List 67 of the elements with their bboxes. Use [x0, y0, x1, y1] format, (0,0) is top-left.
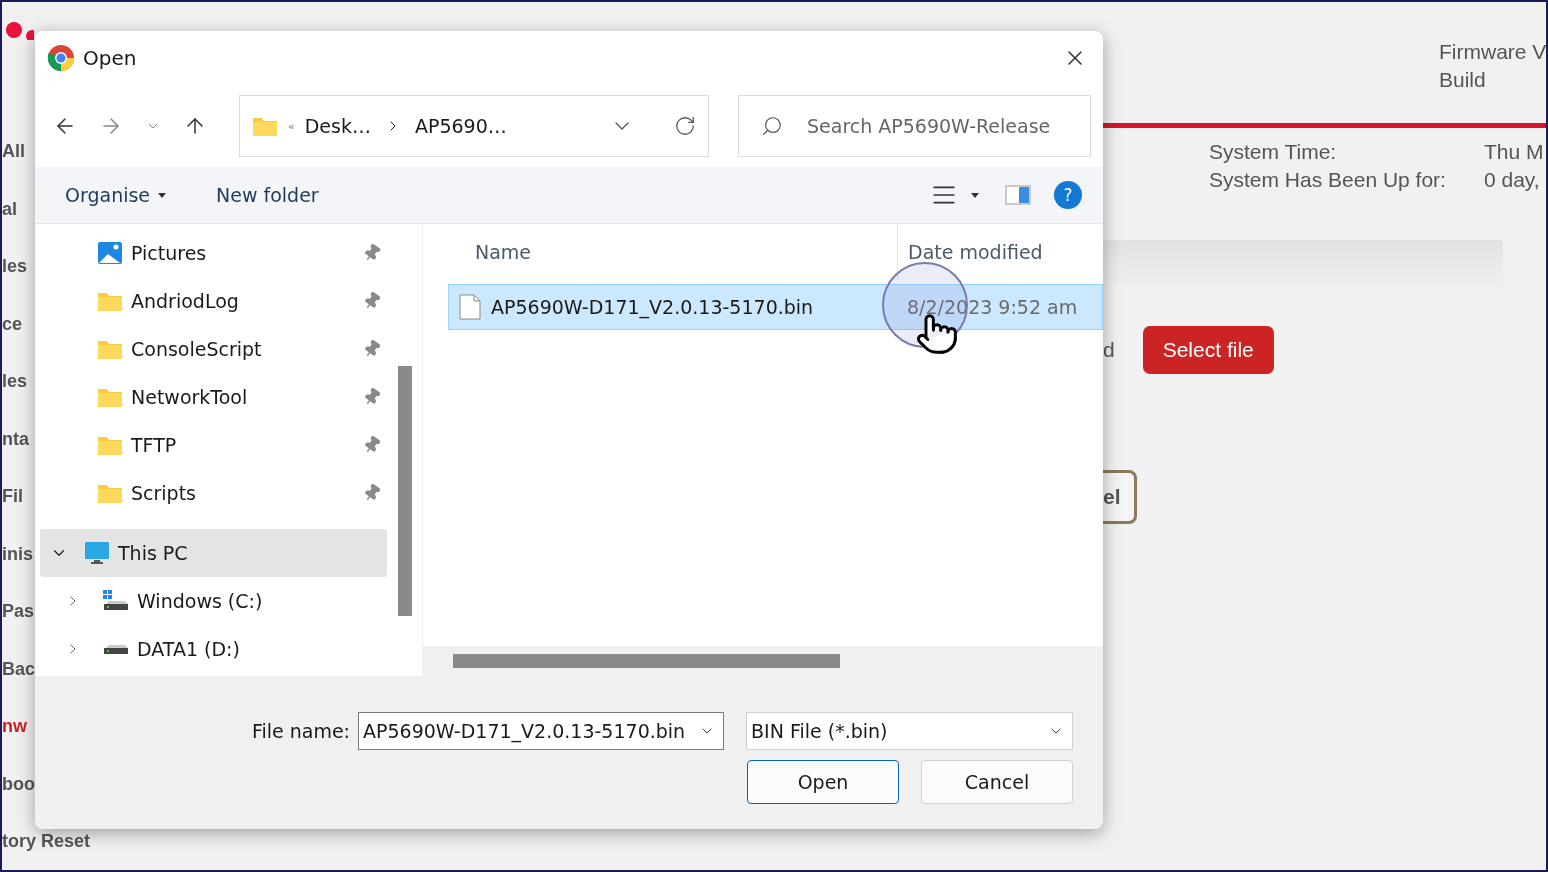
menu-item[interactable]: inis — [2, 542, 33, 565]
folder-icon — [97, 290, 123, 312]
file-type-dropdown[interactable]: BIN File (*.bin) — [746, 712, 1073, 750]
menu-item[interactable]: nw — [2, 715, 27, 737]
nav-item[interactable]: Windows (C:) — [40, 577, 387, 625]
cancel-button[interactable]: el — [1103, 470, 1137, 524]
file-name-label: File name: — [251, 720, 350, 742]
menu-item[interactable]: Fil — [2, 485, 23, 507]
nav-item[interactable]: ConsoleScript — [40, 325, 387, 373]
search-icon — [761, 115, 783, 137]
file-name-field[interactable]: AP5690W-D171_V2.0.13-5170.bin — [358, 712, 724, 750]
menu-item[interactable]: Bac — [2, 657, 36, 680]
address-bar[interactable]: « Desk… AP5690… — [239, 95, 709, 157]
upload-text: d — [1103, 338, 1115, 362]
firmware-label: Firmware V — [1439, 39, 1546, 64]
select-file-button[interactable]: Select file — [1142, 326, 1274, 374]
monitor-icon — [84, 541, 110, 565]
menu-item[interactable]: Pas — [2, 600, 35, 622]
open-button[interactable]: Open — [747, 760, 899, 804]
folder-icon — [97, 482, 123, 504]
breadcrumb-item[interactable]: Desk… — [304, 115, 371, 137]
nav-item[interactable]: NetworkTool — [40, 373, 387, 421]
folder-icon — [97, 338, 123, 360]
preview-pane-icon[interactable] — [1005, 185, 1031, 205]
logo-dots-icon — [4, 20, 34, 40]
info-label: System Has Been Up for: — [1209, 168, 1447, 192]
scrollbar-thumb[interactable] — [397, 366, 412, 616]
menu-item[interactable]: nta — [2, 427, 29, 450]
nav-item[interactable]: DATA1 (D:) — [40, 625, 387, 673]
info-label: System Time: — [1209, 140, 1338, 164]
toolbar-button[interactable]: Organise — [65, 184, 167, 206]
nav-item[interactable]: TFTP — [40, 421, 387, 469]
menu-item[interactable]: boo — [2, 772, 35, 795]
system-drive-icon — [103, 590, 129, 612]
folder-icon — [97, 386, 123, 408]
column-header[interactable]: Name — [423, 224, 897, 280]
scrollbar-thumb[interactable] — [453, 654, 840, 668]
browser-logo-icon — [47, 44, 75, 72]
nav-item[interactable]: Pictures — [40, 229, 387, 277]
menu-item[interactable]: ce — [2, 312, 23, 335]
drive-icon — [103, 643, 129, 655]
toolbar-button[interactable]: New folder — [216, 184, 319, 206]
folder-icon — [97, 434, 123, 456]
search-field[interactable]: Search AP5690W-Release — [738, 95, 1091, 157]
breadcrumb-item[interactable]: AP5690… — [414, 115, 507, 137]
menu-item[interactable]: les — [2, 370, 28, 392]
column-header[interactable]: Date modified — [897, 224, 1103, 280]
file-icon — [459, 294, 481, 320]
nav-item[interactable]: AndriodLog — [40, 277, 387, 325]
refresh-icon[interactable] — [674, 115, 696, 137]
caret-icon — [158, 192, 167, 198]
file-name: AP5690W-D171_V2.0.13-5170.bin — [491, 296, 814, 318]
cancel-button[interactable]: Cancel — [921, 760, 1073, 804]
menu-item[interactable]: les — [2, 255, 28, 277]
overflow-chevrons: « — [288, 119, 295, 133]
folder-icon — [252, 115, 278, 137]
info-value: 0 day, — [1484, 168, 1541, 192]
nav-item[interactable]: This PC — [40, 529, 387, 577]
help-icon[interactable]: ? — [1053, 180, 1083, 210]
menu-item[interactable]: All — [2, 140, 25, 162]
build-label: Build — [1439, 67, 1487, 92]
menu-item[interactable]: al — [2, 197, 17, 220]
info-value: Thu M — [1484, 140, 1545, 164]
dialog-title: Open — [83, 46, 138, 70]
menu-item[interactable]: tory Reset — [2, 830, 91, 852]
nav-item[interactable]: Scripts — [40, 469, 387, 517]
pictures-icon — [97, 241, 123, 265]
